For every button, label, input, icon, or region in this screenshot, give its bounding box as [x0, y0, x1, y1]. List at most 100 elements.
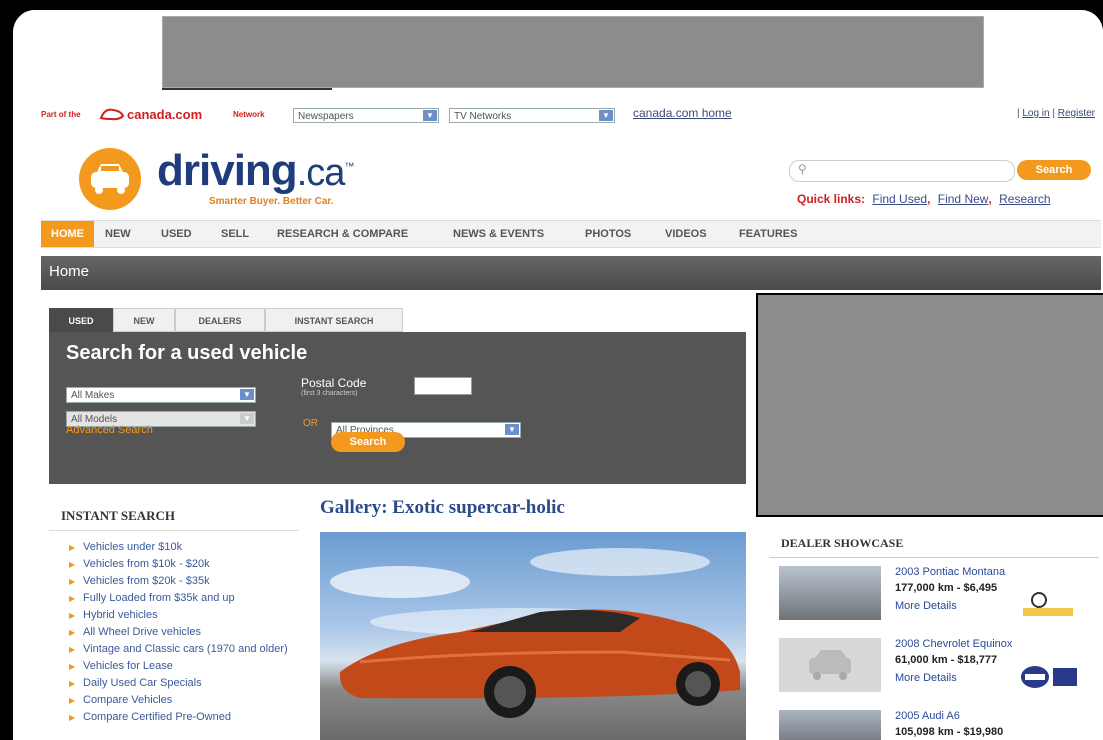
search-input[interactable]: ⚲: [789, 160, 1015, 182]
nav-new[interactable]: NEW: [105, 221, 131, 247]
more-details-link[interactable]: More Details: [895, 672, 957, 684]
listing-title[interactable]: 2008 Chevrolet Equinox: [895, 638, 1012, 650]
network-label: Network: [233, 110, 265, 119]
list-item[interactable]: ▶ Vehicles from $10k - $20k: [69, 558, 299, 571]
bullet-arrow-icon: ▶: [69, 662, 76, 671]
more-details-link[interactable]: More Details: [895, 600, 957, 612]
advanced-search-link[interactable]: Advanced Search: [66, 424, 153, 436]
bullet-arrow-icon: ▶: [69, 543, 76, 552]
list-item[interactable]: ▶ Hybrid vehicles: [69, 609, 299, 622]
list-item[interactable]: ▶ Compare Certified Pre-Owned: [69, 711, 299, 724]
bullet-arrow-icon: ▶: [69, 594, 76, 603]
or-label: OR: [303, 418, 318, 429]
list-item[interactable]: ▶ Vintage and Classic cars (1970 and olde…: [69, 643, 299, 656]
gallery-title[interactable]: Gallery: Exotic supercar-holic: [320, 497, 565, 519]
search-button[interactable]: Search: [1017, 160, 1091, 180]
tab-new[interactable]: NEW: [113, 308, 175, 332]
right-ad-banner[interactable]: [756, 293, 1103, 517]
postal-code-hint: (first 3 characters): [301, 390, 358, 397]
tab-used[interactable]: USED: [49, 308, 113, 332]
login-link[interactable]: Log in: [1022, 108, 1049, 119]
list-item[interactable]: ▶ All Wheel Drive vehicles: [69, 626, 299, 639]
nav-news-events[interactable]: NEWS & EVENTS: [453, 221, 544, 247]
bullet-arrow-icon: ▶: [69, 679, 76, 688]
car-thumbnail[interactable]: [779, 566, 881, 620]
listing-title[interactable]: 2003 Pontiac Montana: [895, 566, 1005, 578]
car-thumbnail[interactable]: [779, 710, 881, 740]
dealer-listing[interactable]: 2005 Audi A6 105,098 km - $19,980: [779, 710, 1099, 740]
listing-details: 61,000 km - $18,777: [895, 654, 998, 666]
makes-select[interactable]: All Makes ▼: [66, 387, 256, 403]
postal-code-input[interactable]: [414, 377, 472, 395]
bullet-arrow-icon: ▶: [69, 628, 76, 637]
used-search-button[interactable]: Search: [331, 432, 405, 452]
tv-networks-select[interactable]: TV Networks ▼: [449, 108, 615, 123]
listing-title[interactable]: 2005 Audi A6: [895, 710, 960, 722]
list-item[interactable]: ▶ Vehicles under $10k: [69, 541, 299, 554]
list-item[interactable]: ▶ Compare Vehicles: [69, 694, 299, 707]
used-search-panel: Search for a used vehicle All Makes ▼ Al…: [49, 332, 746, 484]
newspapers-select[interactable]: Newspapers ▼: [293, 108, 439, 123]
list-item[interactable]: ▶ Vehicles for Lease: [69, 660, 299, 673]
nav-features[interactable]: FEATURES: [739, 221, 797, 247]
dealer-listing[interactable]: 2008 Chevrolet Equinox 61,000 km - $18,7…: [779, 638, 1099, 698]
list-item[interactable]: ▶ Vehicles from $20k - $35k: [69, 575, 299, 588]
nav-videos[interactable]: VIDEOS: [665, 221, 707, 247]
nav-used[interactable]: USED: [161, 221, 192, 247]
browser-frame: Part of the canada.com Network Newspaper…: [13, 10, 1103, 740]
chevron-down-icon: ▼: [599, 110, 613, 121]
bullet-arrow-icon: ▶: [69, 696, 76, 705]
tagline: Smarter Buyer. Better Car.: [209, 196, 334, 207]
dealer-showcase-title: DEALER SHOWCASE: [769, 532, 1099, 558]
instant-search-box: INSTANT SEARCH ▶ Vehicles under $10k ▶ Veh…: [49, 500, 299, 728]
listing-details: 105,098 km - $19,980: [895, 726, 1004, 738]
list-item[interactable]: ▶ Daily Used Car Specials: [69, 677, 299, 690]
quick-links: Quick links: Find Used, Find New, Resear…: [797, 192, 1051, 206]
chevron-down-icon: ▼: [240, 413, 254, 424]
panel-title: Search for a used vehicle: [66, 342, 308, 364]
postal-code-label: Postal Code: [301, 376, 367, 390]
main-nav: HOME NEW USED SELL RESEARCH & COMPARE NE…: [41, 220, 1101, 248]
page-title-bar: Home: [41, 256, 1101, 290]
network-bar: Part of the canada.com Network Newspaper…: [41, 106, 1101, 126]
listing-details: 177,000 km - $6,495: [895, 582, 998, 594]
research-link[interactable]: Research: [999, 192, 1050, 206]
dealer-logo-icon: [1019, 590, 1079, 620]
find-new-link[interactable]: Find New: [938, 192, 989, 206]
site-header: driving.ca™ Smarter Buyer. Better Car. ⚲…: [41, 138, 1101, 218]
site-logo[interactable]: driving.ca™: [157, 146, 354, 196]
bullet-arrow-icon: ▶: [69, 645, 76, 654]
tab-instant-search[interactable]: INSTANT SEARCH: [265, 308, 403, 332]
canada-brand[interactable]: canada.com: [127, 107, 202, 122]
nav-home[interactable]: HOME: [41, 221, 94, 247]
find-used-link[interactable]: Find Used: [872, 192, 927, 206]
instant-search-list: ▶ Vehicles under $10k ▶ Vehicles from $10k…: [69, 541, 299, 724]
dealer-showcase: DEALER SHOWCASE 2003 Pontiac Montana 177…: [769, 532, 1099, 740]
list-item[interactable]: ▶ Fully Loaded from $35k and up: [69, 592, 299, 605]
bullet-arrow-icon: ▶: [69, 611, 76, 620]
canada-logo-icon: [99, 108, 125, 121]
car-logo-icon[interactable]: [79, 148, 141, 210]
chevron-down-icon: ▼: [240, 389, 254, 400]
nav-sell[interactable]: SELL: [221, 221, 249, 247]
chevron-down-icon: ▼: [505, 424, 519, 435]
bullet-arrow-icon: ▶: [69, 577, 76, 586]
chevron-down-icon: ▼: [423, 110, 437, 121]
canada-home-link[interactable]: canada.com home: [633, 106, 732, 120]
instant-search-title: INSTANT SEARCH: [49, 500, 299, 531]
dealer-listing[interactable]: 2003 Pontiac Montana 177,000 km - $6,495…: [779, 566, 1099, 626]
part-of-label: Part of the: [41, 110, 81, 119]
divider: [162, 88, 332, 90]
register-link[interactable]: Register: [1058, 108, 1095, 119]
supercar-photo[interactable]: [320, 532, 746, 740]
top-ad-banner[interactable]: [162, 16, 984, 88]
page-title: Home: [49, 263, 90, 280]
tab-dealers[interactable]: DEALERS: [175, 308, 265, 332]
bullet-arrow-icon: ▶: [69, 713, 76, 722]
bullet-arrow-icon: ▶: [69, 560, 76, 569]
nav-research-compare[interactable]: RESEARCH & COMPARE: [277, 221, 408, 247]
search-icon: ⚲: [798, 162, 807, 176]
nav-photos[interactable]: PHOTOS: [585, 221, 631, 247]
car-placeholder-icon[interactable]: [779, 638, 881, 692]
page: Part of the canada.com Network Newspaper…: [23, 10, 1103, 740]
